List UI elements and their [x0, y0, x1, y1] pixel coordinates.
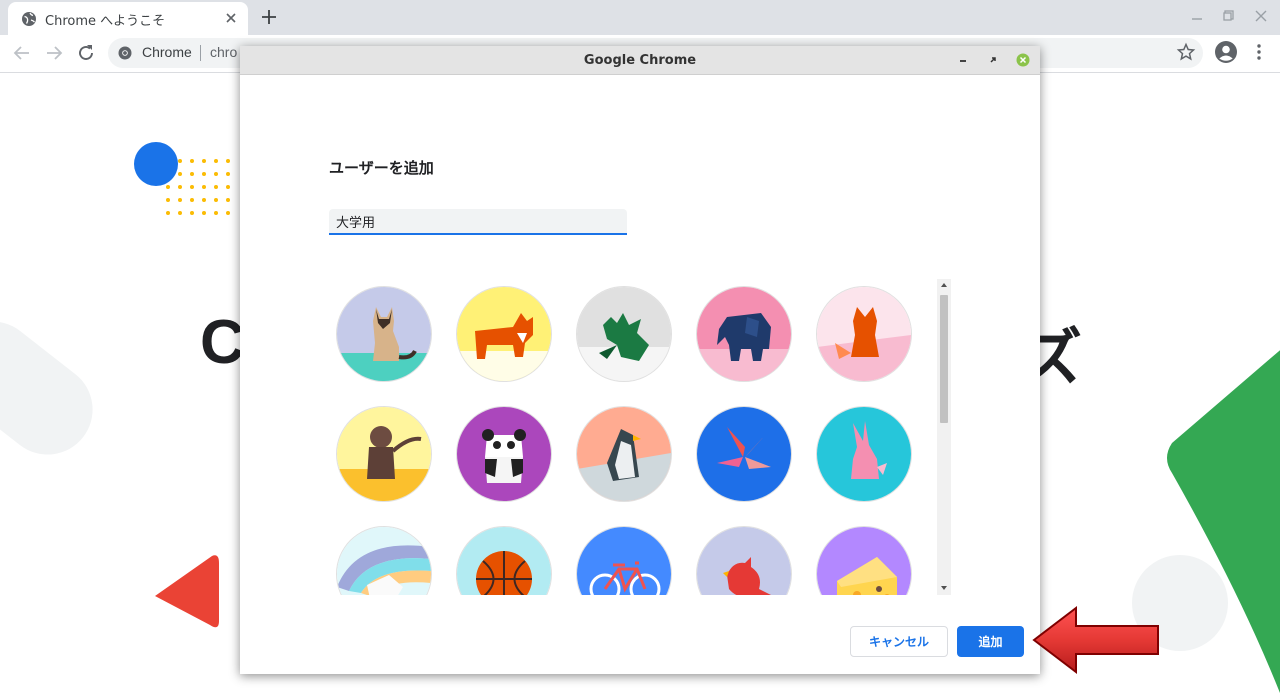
cancel-button[interactable]: キャンセル: [850, 626, 948, 657]
dialog-maximize-icon[interactable]: [986, 53, 1000, 67]
avatar-option[interactable]: [697, 407, 791, 501]
add-user-dialog: Google Chrome ユーザーを追加 大学用 キャンセル 追加: [240, 46, 1040, 674]
tab-strip: Chrome へようこそ: [0, 0, 1280, 35]
maximize-icon[interactable]: [1222, 9, 1236, 23]
fox-icon: [817, 287, 911, 381]
avatar-option[interactable]: [817, 527, 911, 595]
bird-icon: [697, 527, 791, 595]
cat-icon: [337, 287, 431, 381]
avatar-option[interactable]: [457, 527, 551, 595]
corgi-icon: [457, 287, 551, 381]
dragon-icon: [577, 287, 671, 381]
minimize-icon[interactable]: [1190, 9, 1204, 23]
omnibox-divider: [200, 45, 201, 61]
avatar-option[interactable]: [817, 287, 911, 381]
red-arrow-icon: [1032, 605, 1159, 675]
close-window-icon[interactable]: [1254, 9, 1268, 23]
scroll-down-icon[interactable]: [940, 584, 948, 592]
tab-welcome[interactable]: Chrome へようこそ: [8, 2, 248, 35]
scroll-up-icon[interactable]: [940, 281, 948, 289]
reload-icon[interactable]: [74, 41, 98, 65]
monkey-icon: [337, 407, 431, 501]
welcome-heading-left: C: [200, 308, 246, 377]
avatar-option[interactable]: [697, 287, 791, 381]
dialog-heading: ユーザーを追加: [329, 159, 434, 177]
scroll-thumb[interactable]: [940, 295, 948, 423]
avatar-option[interactable]: [817, 407, 911, 501]
bicycle-icon: [577, 527, 671, 595]
new-tab-icon[interactable]: [258, 6, 280, 28]
site-label: Chrome: [142, 44, 192, 60]
avatar-option[interactable]: [697, 527, 791, 595]
profile-name-input[interactable]: [329, 209, 627, 235]
avatar-option[interactable]: [577, 287, 671, 381]
panda-icon: [457, 407, 551, 501]
menu-kebab-icon[interactable]: [1250, 42, 1268, 62]
dialog-window-title: Google Chrome: [583, 53, 697, 68]
cheese-icon: [817, 527, 911, 595]
avatar-grid: [329, 279, 929, 595]
avatar-option[interactable]: [457, 287, 551, 381]
profile-avatar-icon[interactable]: [1214, 40, 1238, 64]
chrome-icon: [118, 46, 132, 60]
elephant-icon: [697, 287, 791, 381]
tab-title: Chrome へようこそ: [45, 14, 166, 29]
add-button[interactable]: 追加: [957, 626, 1024, 657]
dialog-titlebar: Google Chrome: [240, 46, 1040, 75]
dialog-minimize-icon[interactable]: [956, 53, 970, 67]
basketball-icon: [457, 527, 551, 595]
penguin-icon: [577, 407, 671, 501]
rabbit-icon: [817, 407, 911, 501]
forward-icon[interactable]: [42, 41, 66, 65]
avatar-option[interactable]: [337, 407, 431, 501]
unicorn-icon: [337, 527, 431, 595]
blue-circle-shape: [134, 142, 178, 186]
avatar-option[interactable]: [577, 527, 671, 595]
back-icon[interactable]: [10, 41, 34, 65]
avatar-option[interactable]: [337, 287, 431, 381]
avatar-option[interactable]: [457, 407, 551, 501]
close-icon[interactable]: [222, 9, 240, 27]
avatar-option[interactable]: [337, 527, 431, 595]
bookmark-star-icon[interactable]: [1176, 42, 1196, 62]
globe-icon: [22, 12, 36, 26]
butterfly-icon: [697, 407, 791, 501]
url-text: chro: [210, 44, 238, 60]
red-triangle-shape: [155, 555, 219, 628]
dialog-close-icon[interactable]: [1016, 53, 1030, 67]
gray-pill-shape: [0, 321, 93, 455]
avatar-scrollbar[interactable]: [937, 279, 951, 595]
avatar-option[interactable]: [577, 407, 671, 501]
